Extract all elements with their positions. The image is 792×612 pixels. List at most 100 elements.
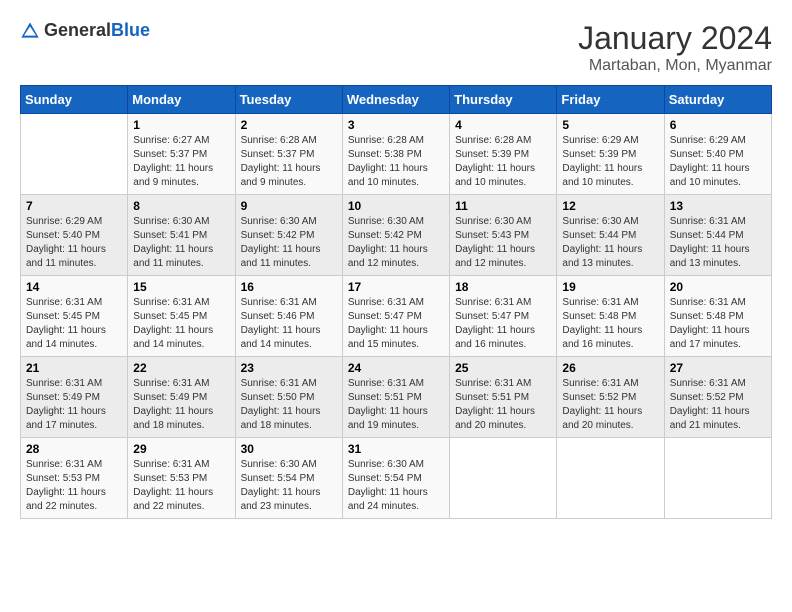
day-info: Sunrise: 6:31 AMSunset: 5:52 PMDaylight:… — [562, 377, 658, 433]
calendar-cell: 2 Sunrise: 6:28 AMSunset: 5:37 PMDaylight… — [235, 114, 342, 195]
day-number: 18 — [455, 280, 551, 294]
day-info: Sunrise: 6:29 AMSunset: 5:40 PMDaylight:… — [670, 134, 766, 190]
weekday-header-sunday: Sunday — [21, 86, 128, 114]
page-header: GeneralBlue January 2024 Martaban, Mon, … — [20, 20, 772, 75]
day-number: 26 — [562, 361, 658, 375]
day-number: 3 — [348, 118, 444, 132]
calendar-cell — [450, 438, 557, 519]
calendar-cell: 25Sunrise: 6:31 AMSunset: 5:51 PMDayligh… — [450, 357, 557, 438]
day-number: 20 — [670, 280, 766, 294]
calendar-cell: 28Sunrise: 6:31 AMSunset: 5:53 PMDayligh… — [21, 438, 128, 519]
day-info: Sunrise: 6:31 AMSunset: 5:52 PMDaylight:… — [670, 377, 766, 433]
day-number: 4 — [455, 118, 551, 132]
weekday-header-thursday: Thursday — [450, 86, 557, 114]
logo: GeneralBlue — [20, 20, 150, 41]
logo-blue-text: Blue — [111, 20, 150, 40]
day-number: 14 — [26, 280, 122, 294]
day-info: Sunrise: 6:31 AMSunset: 5:45 PMDaylight:… — [133, 296, 229, 352]
calendar-cell: 24Sunrise: 6:31 AMSunset: 5:51 PMDayligh… — [342, 357, 449, 438]
calendar-cell — [21, 114, 128, 195]
day-number: 27 — [670, 361, 766, 375]
day-info: Sunrise: 6:30 AMSunset: 5:54 PMDaylight:… — [348, 458, 444, 514]
calendar-cell: 21 Sunrise: 6:31 AMSunset: 5:49 PMDayligh… — [21, 357, 128, 438]
day-info: Sunrise: 6:30 AMSunset: 5:43 PMDaylight:… — [455, 215, 551, 271]
calendar-cell: 4Sunrise: 6:28 AMSunset: 5:39 PMDaylight… — [450, 114, 557, 195]
day-number: 31 — [348, 442, 444, 456]
day-info: Sunrise: 6:31 AMSunset: 5:48 PMDaylight:… — [670, 296, 766, 352]
logo-general-text: General — [44, 20, 111, 40]
calendar-cell: 16 Sunrise: 6:31 AMSunset: 5:46 PMDayligh… — [235, 276, 342, 357]
day-number: 16 — [241, 280, 337, 294]
day-info: Sunrise: 6:30 AMSunset: 5:42 PMDaylight:… — [241, 215, 337, 271]
calendar-cell: 27 Sunrise: 6:31 AMSunset: 5:52 PMDayligh… — [664, 357, 771, 438]
calendar-body: 1Sunrise: 6:27 AMSunset: 5:37 PMDaylight… — [21, 114, 772, 519]
day-info: Sunrise: 6:30 AMSunset: 5:41 PMDaylight:… — [133, 215, 229, 271]
calendar-cell: 30Sunrise: 6:30 AMSunset: 5:54 PMDayligh… — [235, 438, 342, 519]
day-number: 29 — [133, 442, 229, 456]
calendar-week-row: 1Sunrise: 6:27 AMSunset: 5:37 PMDaylight… — [21, 114, 772, 195]
calendar-cell: 17 Sunrise: 6:31 AMSunset: 5:47 PMDayligh… — [342, 276, 449, 357]
calendar-cell: 6 Sunrise: 6:29 AMSunset: 5:40 PMDaylight… — [664, 114, 771, 195]
day-number: 7 — [26, 199, 122, 213]
day-info: Sunrise: 6:31 AMSunset: 5:49 PMDaylight:… — [26, 377, 122, 433]
day-info: Sunrise: 6:28 AMSunset: 5:38 PMDaylight:… — [348, 134, 444, 190]
weekday-header-saturday: Saturday — [664, 86, 771, 114]
calendar-week-row: 21 Sunrise: 6:31 AMSunset: 5:49 PMDayligh… — [21, 357, 772, 438]
day-info: Sunrise: 6:31 AMSunset: 5:44 PMDaylight:… — [670, 215, 766, 271]
calendar-cell: 26 Sunrise: 6:31 AMSunset: 5:52 PMDayligh… — [557, 357, 664, 438]
calendar-cell: 12Sunrise: 6:30 AMSunset: 5:44 PMDayligh… — [557, 195, 664, 276]
calendar-week-row: 28 Sunrise: 6:31 AMSunset: 5:53 PMDayligh… — [21, 438, 772, 519]
day-number: 17 — [348, 280, 444, 294]
day-number: 13 — [670, 199, 766, 213]
day-number: 12 — [562, 199, 658, 213]
day-info: Sunrise: 6:31 AMSunset: 5:48 PMDaylight:… — [562, 296, 658, 352]
day-number: 1 — [133, 118, 229, 132]
day-info: Sunrise: 6:31 AMSunset: 5:50 PMDaylight:… — [241, 377, 337, 433]
calendar-cell: 22Sunrise: 6:31 AMSunset: 5:49 PMDayligh… — [128, 357, 235, 438]
day-info: Sunrise: 6:28 AMSunset: 5:37 PMDaylight:… — [241, 134, 337, 190]
calendar-cell: 7 Sunrise: 6:29 AMSunset: 5:40 PMDaylight… — [21, 195, 128, 276]
calendar-week-row: 14 Sunrise: 6:31 AMSunset: 5:45 PMDayligh… — [21, 276, 772, 357]
day-info: Sunrise: 6:30 AMSunset: 5:54 PMDaylight:… — [241, 458, 337, 514]
day-number: 24 — [348, 361, 444, 375]
day-number: 8 — [133, 199, 229, 213]
calendar-cell: 5 Sunrise: 6:29 AMSunset: 5:39 PMDaylight… — [557, 114, 664, 195]
calendar-cell: 1Sunrise: 6:27 AMSunset: 5:37 PMDaylight… — [128, 114, 235, 195]
calendar-cell: 11Sunrise: 6:30 AMSunset: 5:43 PMDayligh… — [450, 195, 557, 276]
logo-icon — [20, 21, 40, 41]
weekday-header-monday: Monday — [128, 86, 235, 114]
calendar-cell: 19Sunrise: 6:31 AMSunset: 5:48 PMDayligh… — [557, 276, 664, 357]
day-number: 21 — [26, 361, 122, 375]
day-number: 6 — [670, 118, 766, 132]
day-info: Sunrise: 6:31 AMSunset: 5:46 PMDaylight:… — [241, 296, 337, 352]
weekday-header-friday: Friday — [557, 86, 664, 114]
day-number: 9 — [241, 199, 337, 213]
calendar-cell: 14Sunrise: 6:31 AMSunset: 5:45 PMDayligh… — [21, 276, 128, 357]
calendar-subtitle: Martaban, Mon, Myanmar — [578, 57, 772, 75]
calendar-cell: 18Sunrise: 6:31 AMSunset: 5:47 PMDayligh… — [450, 276, 557, 357]
calendar-cell: 20 Sunrise: 6:31 AMSunset: 5:48 PMDayligh… — [664, 276, 771, 357]
calendar-cell: 31 Sunrise: 6:30 AMSunset: 5:54 PMDayligh… — [342, 438, 449, 519]
day-number: 2 — [241, 118, 337, 132]
weekday-header-row: SundayMondayTuesdayWednesdayThursdayFrid… — [21, 86, 772, 114]
calendar-cell: 29 Sunrise: 6:31 AMSunset: 5:53 PMDayligh… — [128, 438, 235, 519]
weekday-header-tuesday: Tuesday — [235, 86, 342, 114]
day-info: Sunrise: 6:29 AMSunset: 5:39 PMDaylight:… — [562, 134, 658, 190]
day-info: Sunrise: 6:29 AMSunset: 5:40 PMDaylight:… — [26, 215, 122, 271]
calendar-cell: 23 Sunrise: 6:31 AMSunset: 5:50 PMDayligh… — [235, 357, 342, 438]
day-number: 15 — [133, 280, 229, 294]
day-info: Sunrise: 6:31 AMSunset: 5:47 PMDaylight:… — [348, 296, 444, 352]
calendar-cell: 3 Sunrise: 6:28 AMSunset: 5:38 PMDaylight… — [342, 114, 449, 195]
day-number: 23 — [241, 361, 337, 375]
day-info: Sunrise: 6:31 AMSunset: 5:53 PMDaylight:… — [133, 458, 229, 514]
calendar-week-row: 7 Sunrise: 6:29 AMSunset: 5:40 PMDaylight… — [21, 195, 772, 276]
calendar-cell: 8 Sunrise: 6:30 AMSunset: 5:41 PMDaylight… — [128, 195, 235, 276]
calendar-table: SundayMondayTuesdayWednesdayThursdayFrid… — [20, 85, 772, 519]
day-number: 22 — [133, 361, 229, 375]
calendar-cell: 13 Sunrise: 6:31 AMSunset: 5:44 PMDayligh… — [664, 195, 771, 276]
day-number: 28 — [26, 442, 122, 456]
day-number: 10 — [348, 199, 444, 213]
title-section: January 2024 Martaban, Mon, Myanmar — [578, 20, 772, 75]
day-info: Sunrise: 6:31 AMSunset: 5:51 PMDaylight:… — [455, 377, 551, 433]
day-number: 5 — [562, 118, 658, 132]
